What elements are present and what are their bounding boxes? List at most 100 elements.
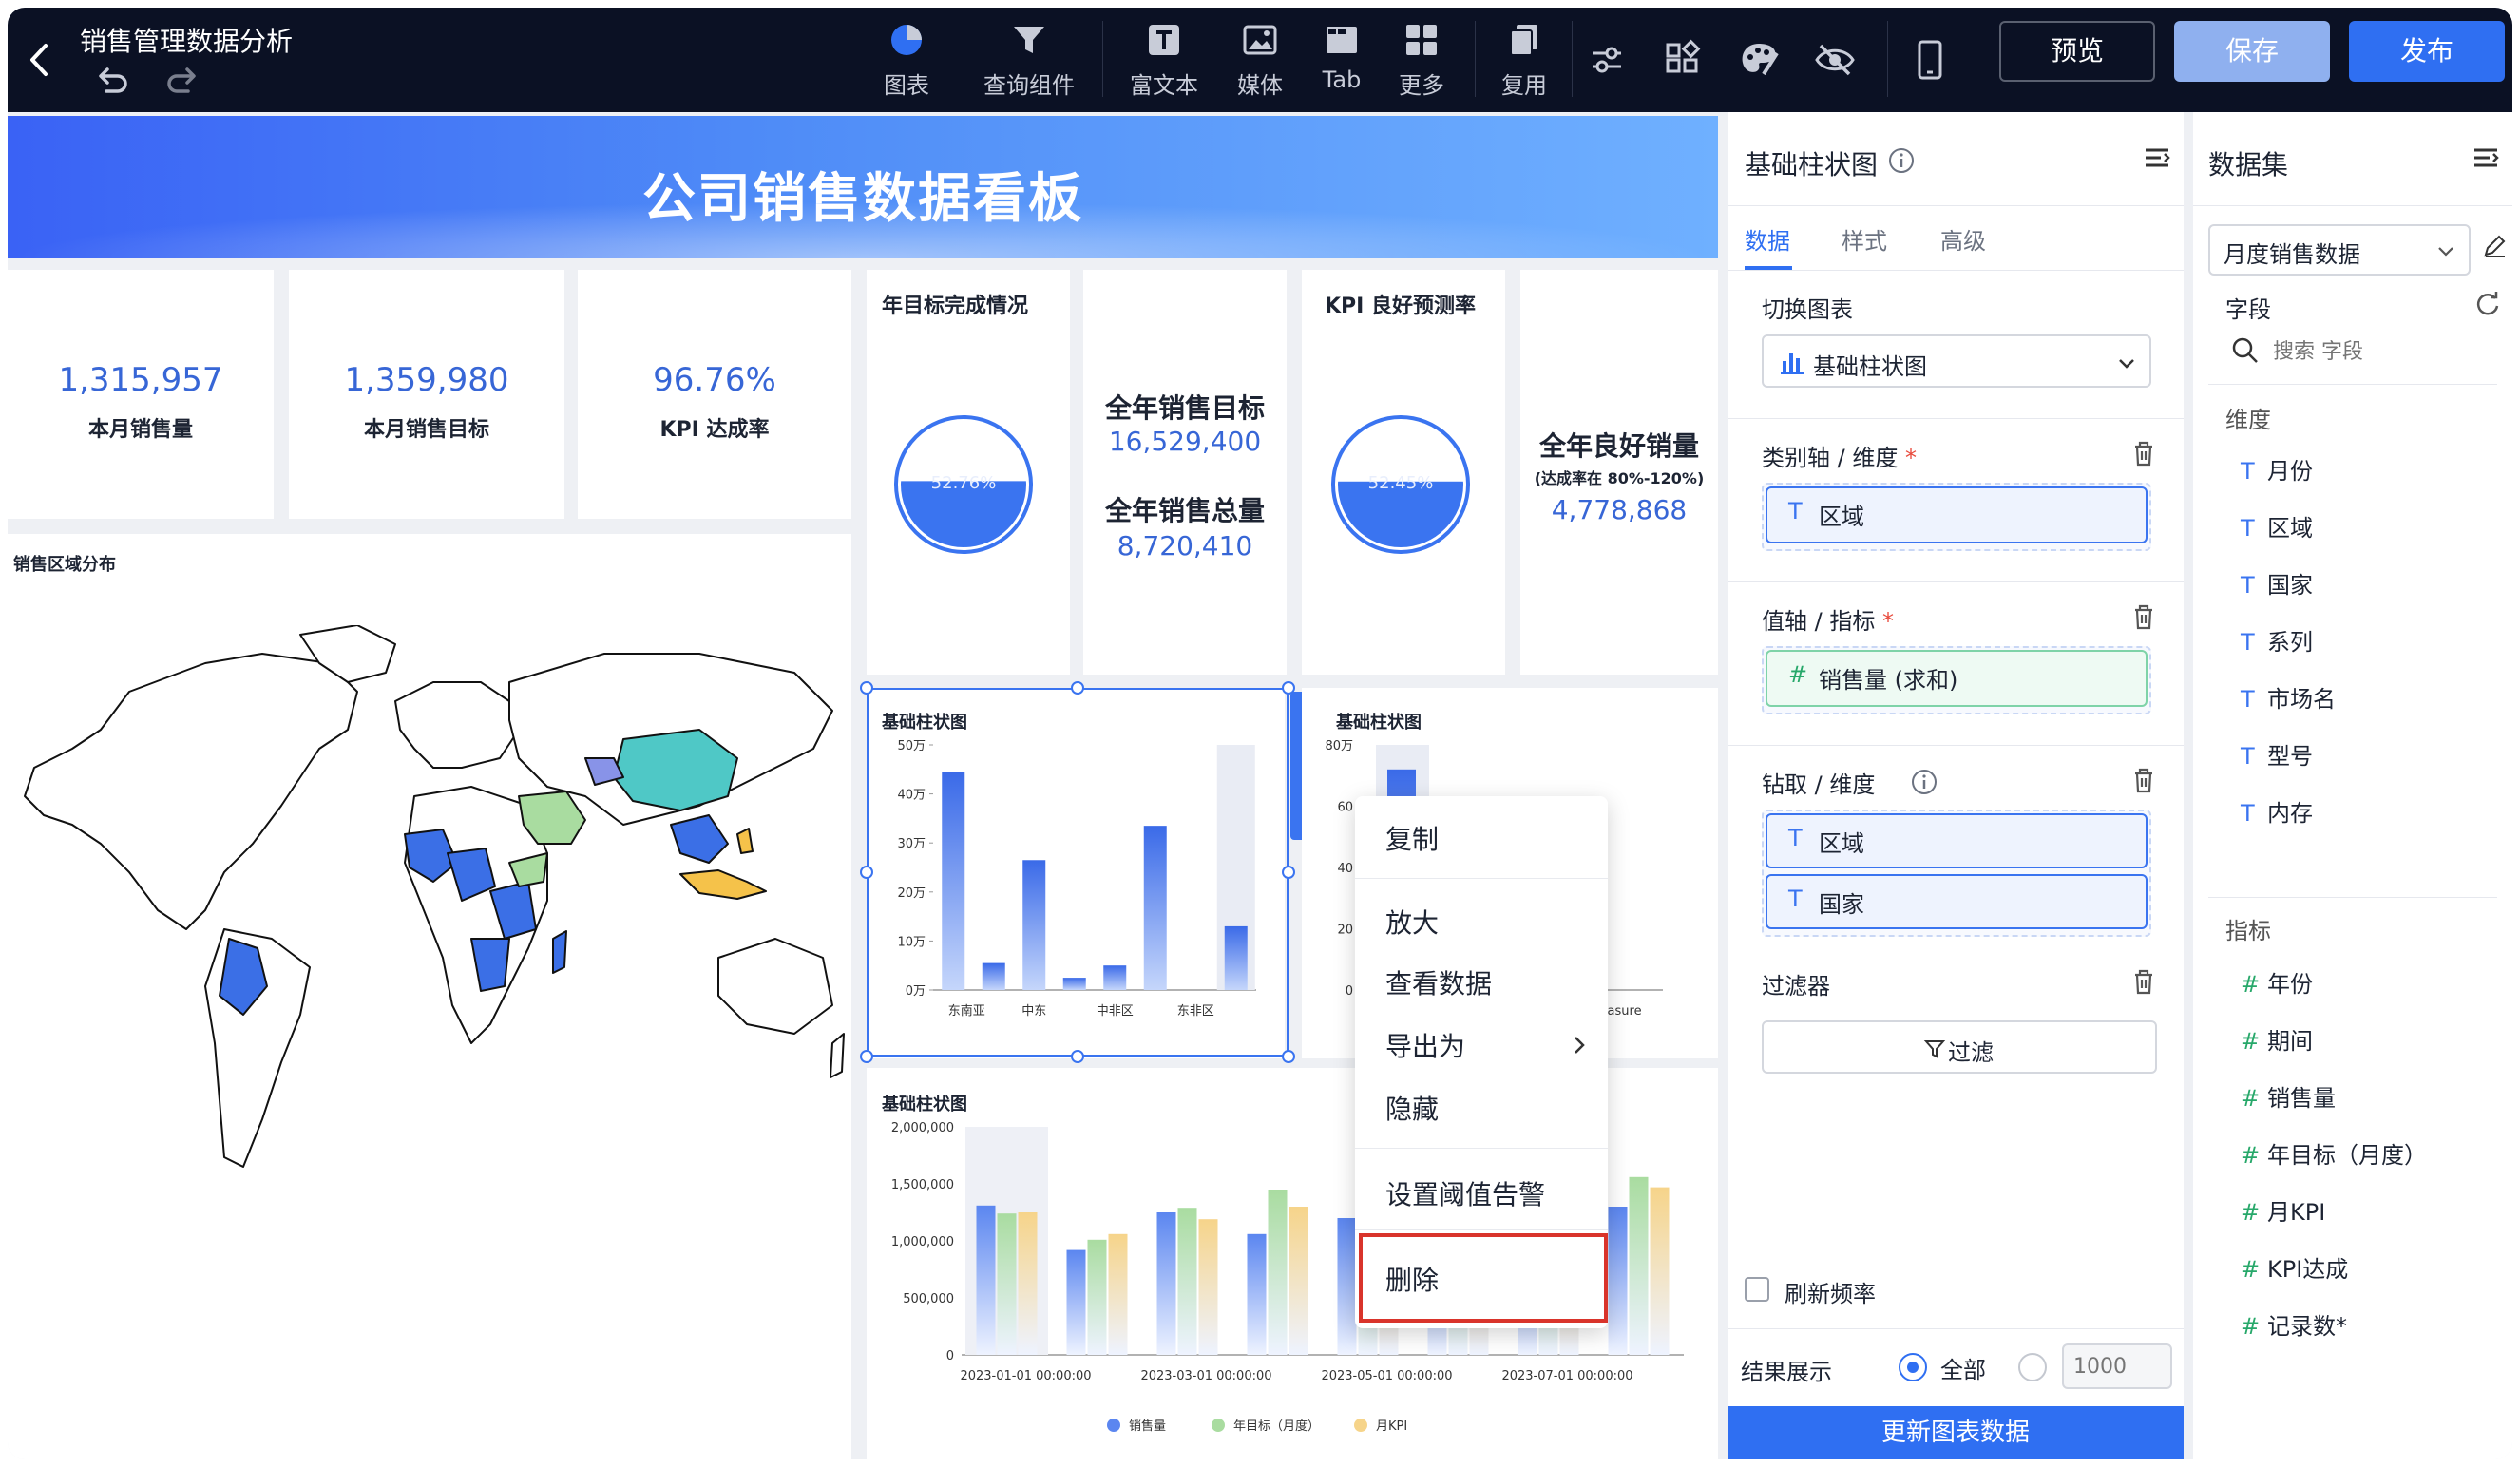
dataset-select[interactable]: 月度销售数据: [2208, 224, 2471, 276]
tab-data[interactable]: 数据: [1745, 222, 1790, 256]
map-region-europe[interactable]: [394, 681, 520, 769]
toolbar-query-button[interactable]: 查询组件: [977, 15, 1081, 105]
collapse-panel-icon[interactable]: [2142, 143, 2172, 173]
field-label: 市场名: [2267, 686, 2336, 713]
measure-field-item[interactable]: # 年目标（月度）: [2241, 1136, 2427, 1170]
sales-map-card[interactable]: 销售区域分布: [8, 534, 851, 1459]
resize-handle[interactable]: [860, 866, 873, 879]
resize-handle[interactable]: [1282, 866, 1295, 879]
measure-field-item[interactable]: # 月KPI: [2241, 1193, 2325, 1227]
back-arrow-icon[interactable]: [21, 36, 59, 84]
measure-field-item[interactable]: # KPI达成: [2241, 1250, 2348, 1284]
toolbar-more-button[interactable]: 更多: [1384, 15, 1460, 105]
category-drop-zone[interactable]: T 区域: [1762, 483, 2151, 551]
save-button[interactable]: 保存: [2174, 21, 2330, 82]
measure-field-item[interactable]: # 记录数*: [2241, 1307, 2347, 1341]
dimension-field-item[interactable]: T 市场名: [2241, 680, 2336, 714]
map-region-southeast-asia[interactable]: [670, 814, 729, 864]
kpi-card-achievement-rate[interactable]: 96.76% KPI 达成率: [578, 270, 851, 519]
toolbar-media-button[interactable]: 媒体: [1222, 15, 1298, 105]
result-limit-input[interactable]: [2062, 1343, 2172, 1389]
field-search-input[interactable]: [2273, 333, 2491, 371]
number-type-icon: #: [2241, 1028, 2261, 1055]
toolbar-chart-button[interactable]: 图表: [869, 15, 945, 105]
field-chip-region[interactable]: T 区域: [1766, 486, 2148, 543]
info-icon[interactable]: [1887, 146, 1916, 175]
radio-all[interactable]: [1899, 1353, 1927, 1381]
dimension-field-item[interactable]: T 型号: [2241, 737, 2313, 771]
drill-drop-zone[interactable]: T 区域 T 国家: [1762, 810, 2151, 937]
collapse-panel-icon[interactable]: [2471, 143, 2501, 173]
text-type-icon: T: [1788, 825, 1803, 851]
dimension-field-item[interactable]: T 国家: [2241, 566, 2313, 600]
map-region-australia[interactable]: [717, 938, 833, 1035]
refresh-checkbox[interactable]: [1745, 1277, 1769, 1302]
field-chip-country[interactable]: T 国家: [1766, 874, 2148, 929]
menu-item-copy[interactable]: 复制: [1385, 819, 1439, 857]
dashboard-banner[interactable]: 公司销售数据看板: [8, 116, 1718, 258]
info-icon[interactable]: [1910, 768, 1938, 796]
eye-off-icon[interactable]: [1811, 36, 1859, 84]
kpi-card-monthly-sales[interactable]: 1,315,957 本月销售量: [8, 270, 274, 519]
menu-item-zoom[interactable]: 放大: [1385, 903, 1439, 941]
preview-button[interactable]: 预览: [1999, 21, 2155, 82]
field-chip-sales-sum[interactable]: # 销售量 (求和): [1766, 650, 2148, 707]
menu-item-export[interactable]: 导出为: [1385, 1026, 1465, 1064]
publish-button[interactable]: 发布: [2349, 21, 2505, 82]
field-chip-region[interactable]: T 区域: [1766, 813, 2148, 868]
annual-summary-card[interactable]: 全年销售目标 16,529,400 全年销售总量 8,720,410: [1083, 270, 1287, 675]
trash-icon[interactable]: [2130, 766, 2157, 794]
good-sales-card[interactable]: 全年良好销量 (达成率在 80%-120%) 4,778,868: [1520, 270, 1718, 675]
resize-handle[interactable]: [1071, 1050, 1084, 1063]
measure-field-item[interactable]: # 销售量: [2241, 1079, 2336, 1113]
dimension-field-item[interactable]: T 月份: [2241, 452, 2313, 486]
edit-pencil-icon[interactable]: [2480, 232, 2509, 260]
map-region-madagascar[interactable]: [552, 930, 567, 974]
measure-field-item[interactable]: # 期间: [2241, 1022, 2313, 1056]
kpi-value: 1,359,980: [344, 361, 509, 399]
map-region-new-zealand[interactable]: [830, 1033, 845, 1078]
panel-divider: [1728, 418, 2184, 419]
toolbar-tab-button[interactable]: Tab: [1304, 15, 1380, 105]
resize-handle[interactable]: [860, 1050, 873, 1063]
resize-handle[interactable]: [1071, 681, 1084, 695]
menu-item-view-data[interactable]: 查看数据: [1385, 963, 1492, 1001]
dashboard-title: 公司销售数据看板: [642, 168, 1083, 230]
menu-item-set-threshold-alert[interactable]: 设置阈值告警: [1385, 1174, 1545, 1212]
measure-field-item[interactable]: # 年份: [2241, 965, 2313, 999]
gauge-card-annual-progress[interactable]: 年目标完成情况 52.76%: [867, 270, 1070, 675]
layout-icon[interactable]: [1659, 36, 1707, 84]
palette-icon[interactable]: [1735, 36, 1783, 84]
radio-limit[interactable]: [2018, 1353, 2047, 1381]
map-region-indonesia[interactable]: [679, 869, 767, 900]
toolbar-richtext-button[interactable]: 富文本: [1121, 15, 1207, 105]
tab-advanced[interactable]: 高级: [1940, 222, 1986, 256]
update-chart-data-button[interactable]: 更新图表数据: [1728, 1406, 2184, 1459]
dimension-field-item[interactable]: T 内存: [2241, 794, 2313, 828]
refresh-icon[interactable]: [2472, 289, 2503, 319]
toolbar-reuse-button[interactable]: 复用: [1486, 15, 1562, 105]
resize-handle[interactable]: [860, 681, 873, 695]
resize-handle[interactable]: [1282, 1050, 1295, 1063]
trash-icon[interactable]: [2130, 439, 2157, 467]
mobile-icon[interactable]: [1906, 36, 1954, 84]
sliders-icon[interactable]: [1583, 36, 1631, 84]
panel-divider: [2208, 897, 2497, 898]
bar: [1087, 1239, 1107, 1355]
chart-type-select[interactable]: 基础柱状图: [1762, 334, 2151, 388]
dimension-field-item[interactable]: T 区域: [2241, 509, 2313, 543]
gauge-card-kpi-prediction[interactable]: KPI 良好预测率 52.45%: [1302, 270, 1505, 675]
trash-icon[interactable]: [2130, 602, 2157, 631]
map-region-philippines[interactable]: [736, 828, 754, 854]
map-region-north-america[interactable]: [24, 653, 358, 930]
value-drop-zone[interactable]: # 销售量 (求和): [1762, 646, 2151, 714]
trash-icon[interactable]: [2130, 967, 2157, 996]
undo-icon[interactable]: [93, 65, 131, 99]
panel-divider: [1728, 745, 2184, 746]
add-filter-button[interactable]: 过滤: [1762, 1020, 2157, 1074]
redo-icon[interactable]: [163, 65, 201, 99]
dimension-field-item[interactable]: T 系列: [2241, 623, 2313, 657]
tab-style[interactable]: 样式: [1842, 222, 1887, 256]
menu-item-hide[interactable]: 隐藏: [1385, 1089, 1439, 1127]
kpi-card-monthly-target[interactable]: 1,359,980 本月销售目标: [289, 270, 564, 519]
